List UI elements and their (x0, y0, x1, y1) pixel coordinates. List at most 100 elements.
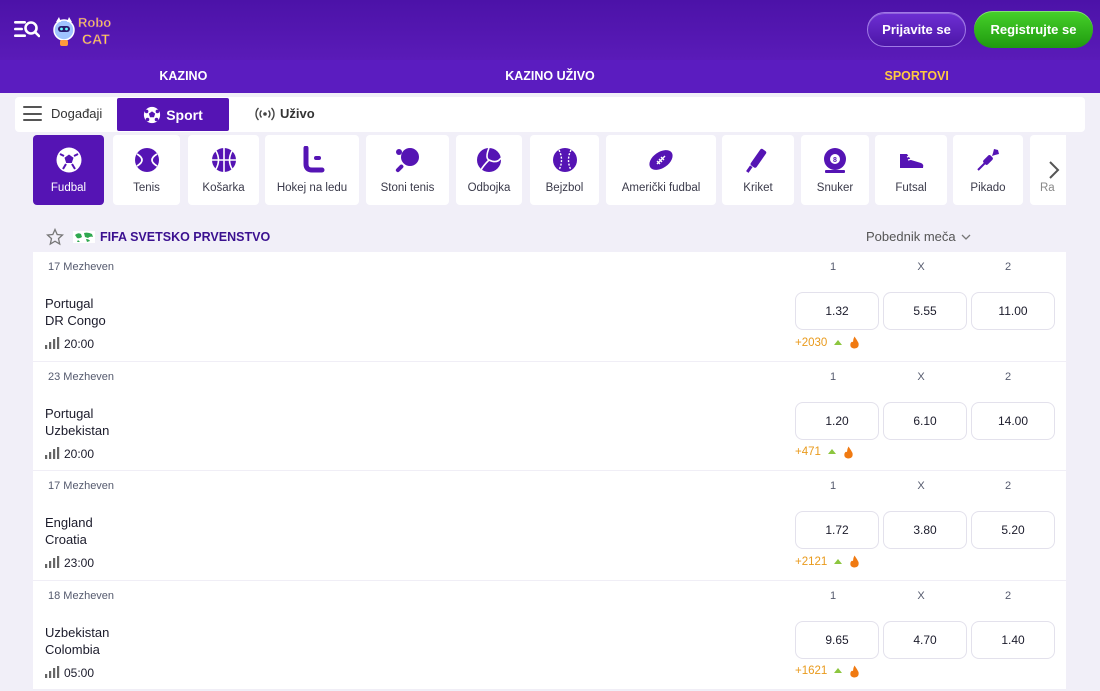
sport-label: Pikado (970, 182, 1006, 194)
sport-item-darts[interactable]: Pikado (953, 135, 1023, 205)
odd-home-button[interactable]: 9.65 (795, 620, 879, 659)
nav-item-sports[interactable]: SPORTOVI (733, 60, 1100, 93)
col-head-home: 1 (829, 370, 837, 383)
home-team[interactable]: Portugal (45, 406, 93, 421)
fire-icon (850, 555, 859, 568)
login-button[interactable]: Prijavite se (867, 12, 966, 47)
col-head-draw: X (917, 370, 925, 383)
event-date: 17 Mezheven (48, 261, 115, 273)
menu-search-icon[interactable] (14, 18, 40, 40)
stadium-icon (827, 449, 836, 454)
league-title[interactable]: FIFA SVETSKO PRVENSTVO (100, 230, 270, 244)
star-icon[interactable] (46, 228, 64, 246)
event-date: 18 Mezheven (48, 589, 115, 602)
sport-item-cricket[interactable]: Kriket (722, 135, 794, 205)
sport-item-volleyball[interactable]: Odbojka (456, 135, 522, 205)
event-time: 20:00 (64, 337, 95, 351)
col-head-home: 1 (829, 480, 837, 492)
tab-live[interactable]: Uživo (255, 106, 315, 121)
sport-item-tennis[interactable]: Tenis (113, 135, 180, 205)
sport-item-soccer[interactable]: Fudbal (33, 135, 104, 205)
chevron-right-icon (1049, 161, 1060, 179)
more-markets-link[interactable]: +471 (795, 446, 854, 459)
sport-item-table-tennis[interactable]: Stoni tenis (366, 135, 449, 205)
odd-away-button[interactable]: 14.00 (971, 401, 1055, 440)
col-head-away: 2 (1004, 480, 1012, 492)
odd-home-button[interactable]: 1.32 (795, 292, 879, 330)
event-row: 17 Mezheven 1 X 2 Portugal DR Congo 20:0… (33, 252, 1066, 362)
table-tennis-icon (395, 148, 419, 173)
tab-events[interactable]: Događaji (23, 106, 102, 121)
col-head-draw: X (917, 261, 925, 273)
sports-strip: Fudbal Tenis Košarka Hokej na ledu Stoni… (33, 135, 1066, 205)
sport-label: Snuker (816, 182, 854, 194)
sports-scroll-right[interactable] (1042, 150, 1066, 190)
nav-item-live-casino[interactable]: KAZINO UŽIVO (367, 60, 734, 93)
more-markets-link[interactable]: +2030 (795, 336, 860, 349)
sport-item-futsal[interactable]: Futsal (875, 135, 947, 205)
market-label: Pobednik meča (866, 229, 956, 244)
more-markets-link[interactable]: +2121 (795, 555, 860, 568)
odd-away-button[interactable]: 5.20 (971, 511, 1055, 549)
event-row: 17 Mezheven 1 X 2 England Croatia 23:00 … (33, 471, 1066, 581)
event-row: 18 Mezheven 1 X 2 Uzbekistan Colombia 05… (33, 581, 1066, 690)
home-team[interactable]: England (45, 515, 93, 530)
event-time: 23:00 (64, 556, 95, 570)
away-team[interactable]: Colombia (45, 642, 100, 657)
nav-item-casino[interactable]: KAZINO (0, 60, 367, 93)
event-date: 23 Mezheven (48, 370, 115, 383)
robocat-logo[interactable]: Robo CAT (50, 9, 118, 51)
more-markets-count: +471 (795, 446, 821, 458)
odd-away-button[interactable]: 1.40 (971, 620, 1055, 659)
tab-events-label: Događaji (51, 106, 103, 121)
top-header: Robo CAT Prijavite se Registrujte se (0, 0, 1100, 60)
away-team[interactable]: Croatia (45, 532, 87, 547)
stats-bars-icon[interactable] (45, 446, 60, 459)
sport-label: Kriket (743, 182, 773, 194)
volleyball-icon (477, 147, 502, 172)
col-head-home: 1 (829, 261, 837, 273)
market-dropdown[interactable]: Pobednik meča (866, 229, 971, 244)
sport-item-basketball[interactable]: Košarka (188, 135, 259, 205)
odd-draw-button[interactable]: 3.80 (883, 511, 967, 549)
stats-bars-icon[interactable] (45, 665, 60, 678)
tab-live-label: Uživo (280, 106, 315, 121)
sport-item-baseball[interactable]: Bejzbol (530, 135, 599, 205)
away-team[interactable]: DR Congo (45, 313, 106, 328)
sport-item-american-football[interactable]: Američki fudbal (606, 135, 716, 205)
logo-text-robo: Robo (78, 15, 111, 30)
sport-label: Američki fudbal (621, 182, 701, 194)
odd-draw-button[interactable]: 4.70 (883, 620, 967, 659)
tab-sport[interactable]: Sport (117, 98, 229, 131)
sub-tabs: Događaji Sport Uživo (15, 97, 1085, 132)
home-team[interactable]: Uzbekistan (45, 625, 109, 640)
col-head-away: 2 (1004, 589, 1012, 602)
odd-draw-button[interactable]: 5.55 (883, 292, 967, 330)
event-time: 05:00 (64, 665, 95, 680)
more-markets-link[interactable]: +1621 (795, 665, 860, 678)
odd-home-button[interactable]: 1.20 (795, 401, 879, 440)
more-markets-count: +2121 (795, 555, 828, 568)
odd-draw-button[interactable]: 6.10 (883, 401, 967, 440)
events-list: 17 Mezheven 1 X 2 Portugal DR Congo 20:0… (33, 252, 1066, 690)
sport-label: Tenis (133, 182, 160, 194)
home-team[interactable]: Portugal (45, 296, 93, 311)
away-team[interactable]: Uzbekistan (45, 423, 109, 438)
sport-item-ice-hockey[interactable]: Hokej na ledu (265, 135, 359, 205)
event-time: 20:00 (64, 446, 95, 461)
world-flag-icon (73, 231, 95, 243)
stadium-icon (834, 668, 843, 673)
col-head-draw: X (917, 589, 925, 602)
logo-text-cat: CAT (82, 31, 110, 47)
register-button[interactable]: Registrujte se (974, 11, 1093, 48)
stats-bars-icon[interactable] (45, 337, 60, 349)
baseball-icon (552, 148, 577, 172)
odd-home-button[interactable]: 1.72 (795, 511, 879, 549)
col-head-away: 2 (1004, 370, 1012, 383)
american-football-icon (649, 150, 673, 170)
sneaker-icon (900, 154, 924, 168)
sport-item-snooker[interactable]: 8 Snuker (801, 135, 869, 205)
odd-away-button[interactable]: 11.00 (971, 292, 1055, 330)
league-header: FIFA SVETSKO PRVENSTVO Pobednik meča (33, 221, 1066, 252)
stats-bars-icon[interactable] (45, 556, 60, 568)
